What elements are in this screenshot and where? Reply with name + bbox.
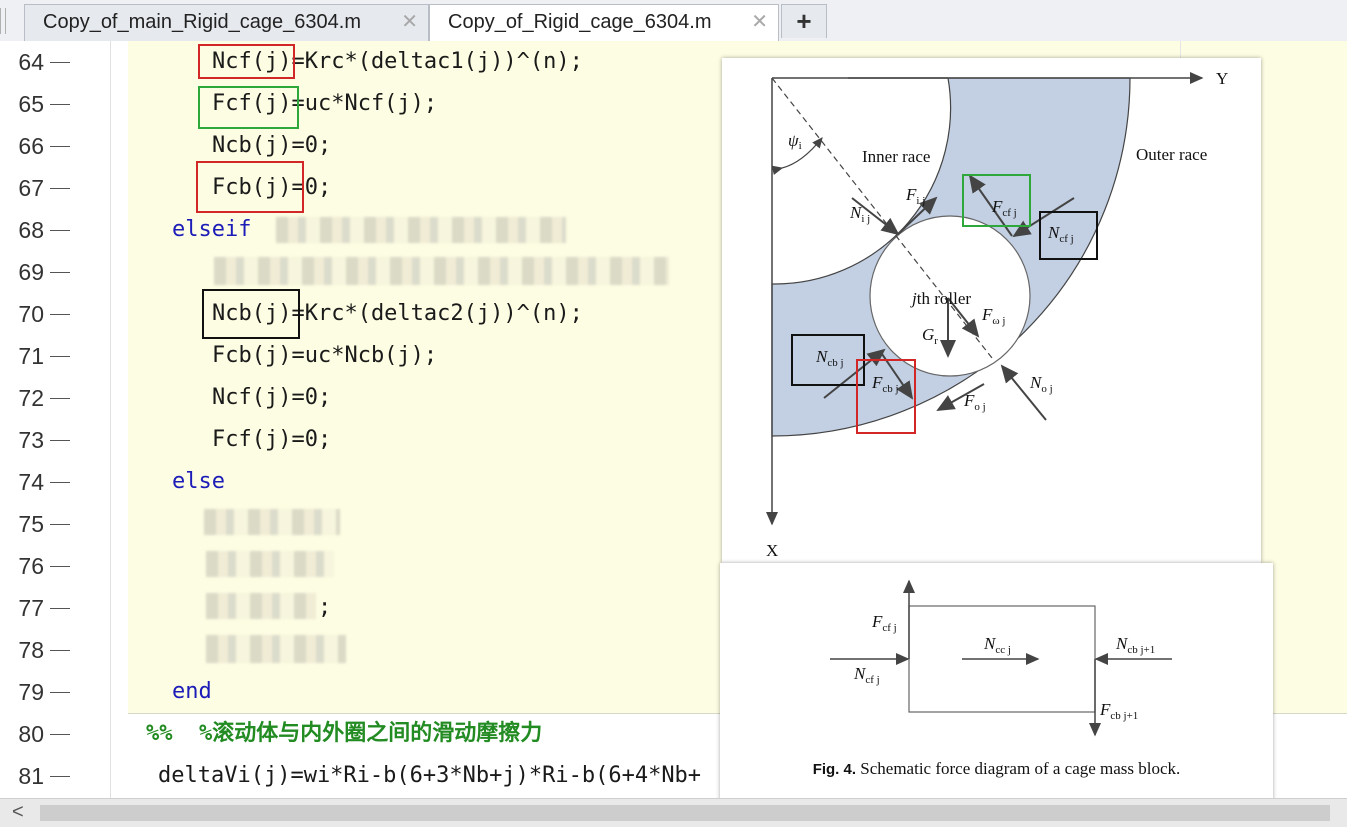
tab-label: Copy_of_main_Rigid_cage_6304.m: [43, 11, 361, 33]
gutter-marker[interactable]: [50, 776, 70, 777]
highlight-box-red: [196, 161, 304, 213]
roller-label: jth roller: [910, 289, 971, 308]
redacted-code: [206, 551, 334, 577]
code-line-else[interactable]: else: [172, 461, 225, 503]
highlight-box-green: [198, 86, 299, 129]
axis-x-label: X: [766, 541, 778, 560]
code-line[interactable]: Fcf(j)=0;: [212, 419, 331, 461]
line-number: 71: [18, 343, 44, 369]
redacted-code: [276, 217, 566, 243]
gutter-marker[interactable]: [50, 356, 70, 357]
add-tab-button[interactable]: +: [781, 4, 827, 38]
gutter-marker[interactable]: [50, 146, 70, 147]
gutter-marker[interactable]: [50, 62, 70, 63]
cage-block-diagram: Fcf j Ncf j Ncc j Ncb j+1 Fcb j+1: [830, 579, 1172, 737]
line-number: 64: [18, 49, 44, 75]
line-number: 80: [18, 721, 44, 747]
cage-block-figure: Fcf j Ncf j Ncc j Ncb j+1 Fcb j+1 Fig. 4…: [720, 563, 1273, 813]
gutter-marker[interactable]: [50, 692, 70, 693]
code-line-end[interactable]: end: [172, 671, 212, 713]
outer-race-label: Outer race: [1136, 145, 1207, 164]
figure-caption: Fig. 4. Schematic force diagram of a cag…: [720, 759, 1273, 779]
tab-bar: Copy_of_main_Rigid_cage_6304.m ✕ Copy_of…: [0, 0, 1347, 42]
inner-race-label: Inner race: [862, 147, 930, 166]
code-line-elseif[interactable]: elseif: [172, 209, 251, 251]
code-line[interactable]: ;: [318, 587, 331, 629]
gutter-marker[interactable]: [50, 188, 70, 189]
tab-copy-of-rigid-cage[interactable]: Copy_of_Rigid_cage_6304.m ✕: [429, 4, 779, 42]
bearing-force-figure: Y X ψi Inner race Outer race jth roller …: [722, 58, 1261, 563]
gutter-marker[interactable]: [50, 734, 70, 735]
line-number: 78: [18, 637, 44, 663]
tab-copy-of-main-rigid-cage[interactable]: Copy_of_main_Rigid_cage_6304.m ✕: [24, 4, 429, 41]
label-ncfj: Ncf j: [853, 664, 880, 686]
line-number: 74: [18, 469, 44, 495]
gutter-divider: [110, 41, 111, 798]
gutter-marker[interactable]: [50, 608, 70, 609]
line-number: 81: [18, 763, 44, 789]
gutter-marker[interactable]: [50, 230, 70, 231]
line-number: 76: [18, 553, 44, 579]
label-fij: Fi j: [905, 185, 925, 207]
code-line[interactable]: Ncf(j)=0;: [212, 377, 331, 419]
line-number: 70: [18, 301, 44, 327]
code-line[interactable]: Fcb(j)=uc*Ncb(j);: [212, 335, 437, 377]
line-number: 69: [18, 259, 44, 285]
caption-label: Fig. 4.: [812, 761, 857, 778]
line-number: 79: [18, 679, 44, 705]
line-number: 73: [18, 427, 44, 453]
label-nij: Ni j: [849, 203, 870, 225]
line-number: 75: [18, 511, 44, 537]
line-number: 77: [18, 595, 44, 621]
label-ncbj1: Ncb j+1: [1115, 634, 1155, 656]
gutter-marker[interactable]: [50, 650, 70, 651]
line-number: 67: [18, 175, 44, 201]
gutter-marker[interactable]: [50, 104, 70, 105]
gutter-marker[interactable]: [50, 272, 70, 273]
gutter-marker[interactable]: [50, 440, 70, 441]
redacted-code: [206, 593, 316, 619]
gutter-marker[interactable]: [50, 482, 70, 483]
horizontal-scrollbar[interactable]: <: [0, 798, 1347, 827]
tab-bar-grip[interactable]: [0, 8, 6, 34]
label-fcbj1: Fcb j+1: [1099, 700, 1138, 722]
redacted-code: [214, 257, 669, 285]
label-foj: Fo j: [963, 391, 986, 413]
line-number: 66: [18, 133, 44, 159]
redacted-code: [204, 509, 340, 535]
highlight-box-black: [202, 289, 300, 339]
tab-label: Copy_of_Rigid_cage_6304.m: [448, 11, 712, 33]
line-number: 65: [18, 91, 44, 117]
gutter-marker[interactable]: [50, 524, 70, 525]
label-fcfj: Fcf j: [871, 612, 897, 634]
scroll-left-icon[interactable]: <: [12, 801, 24, 824]
bearing-diagram: Y X ψi Inner race Outer race jth roller …: [766, 69, 1228, 560]
psi-label: ψi: [788, 131, 802, 152]
scrollbar-thumb[interactable]: [40, 805, 1330, 821]
gutter-marker[interactable]: [50, 398, 70, 399]
axis-y-label: Y: [1216, 69, 1228, 88]
gutter-marker[interactable]: [50, 314, 70, 315]
highlight-box-red: [198, 44, 295, 79]
line-number: 72: [18, 385, 44, 411]
redacted-code: [206, 635, 346, 663]
caption-text: Schematic force diagram of a cage mass b…: [856, 759, 1181, 778]
close-icon[interactable]: ✕: [751, 5, 768, 40]
label-noj: No j: [1029, 373, 1053, 395]
line-number: 68: [18, 217, 44, 243]
gutter-marker[interactable]: [50, 566, 70, 567]
code-line[interactable]: deltaVi(j)=wi*Ri-b(6+3*Nb+j)*Ri-b(6+4*Nb…: [158, 755, 701, 797]
close-icon[interactable]: ✕: [401, 5, 418, 40]
code-line-comment[interactable]: %% %滚动体与内外圈之间的滑动摩擦力: [146, 713, 542, 755]
